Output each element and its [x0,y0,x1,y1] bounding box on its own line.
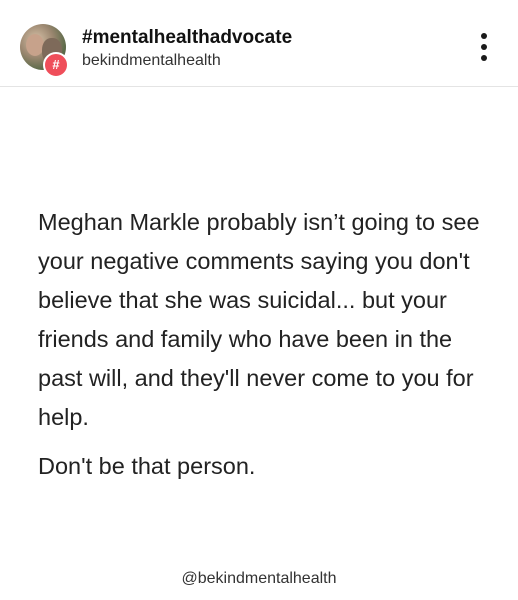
hashtag-badge-icon: # [43,52,69,78]
post-closing-text: Don't be that person. [38,453,256,479]
post-body-text: Meghan Markle probably isn’t going to se… [38,209,480,430]
more-vertical-icon [481,44,487,50]
watermark-handle: @bekindmentalhealth [181,570,337,587]
post-header: # #mentalhealthadvocate bekindmentalheal… [0,0,518,87]
more-vertical-icon [481,55,487,61]
account-handle[interactable]: bekindmentalhealth [82,52,221,70]
more-vertical-icon [481,33,487,39]
more-options-button[interactable] [475,33,493,67]
account-name[interactable]: #mentalhealthadvocate [82,27,292,49]
